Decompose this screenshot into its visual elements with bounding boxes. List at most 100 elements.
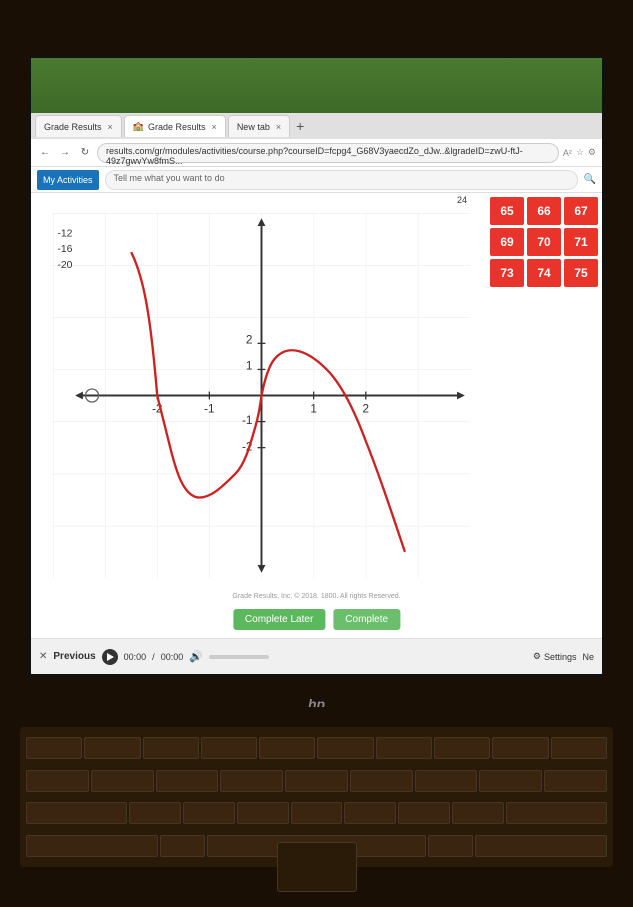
svg-text:-12: -12 bbox=[57, 228, 72, 239]
key-s[interactable] bbox=[91, 770, 154, 792]
laptop-screen: Grade Results × 🏫 Grade Results × New ta… bbox=[28, 55, 605, 677]
num-70[interactable]: 70 bbox=[527, 228, 561, 256]
key-p[interactable] bbox=[551, 737, 607, 759]
graph-area: -12 -16 -20 -2 -1 1 bbox=[51, 213, 472, 578]
screen-bg-nature bbox=[31, 58, 602, 113]
settings-label: Settings bbox=[544, 652, 577, 662]
key-shift[interactable] bbox=[26, 802, 127, 824]
search-icon: 🔍 bbox=[584, 174, 596, 185]
key-ctrl-r[interactable] bbox=[475, 835, 607, 857]
key-u[interactable] bbox=[376, 737, 432, 759]
key-alt-r[interactable] bbox=[428, 835, 473, 857]
refresh-button[interactable]: ↻ bbox=[77, 147, 93, 158]
complete-button[interactable]: Complete bbox=[333, 609, 400, 630]
action-buttons: Complete Later Complete bbox=[233, 609, 400, 630]
tab-close-2[interactable]: × bbox=[212, 122, 217, 132]
tab-close-3[interactable]: × bbox=[276, 122, 281, 132]
num-74[interactable]: 74 bbox=[527, 259, 561, 287]
num-75[interactable]: 75 bbox=[564, 259, 598, 287]
key-j[interactable] bbox=[415, 770, 478, 792]
key-q[interactable] bbox=[26, 737, 82, 759]
key-k[interactable] bbox=[479, 770, 542, 792]
key-a[interactable] bbox=[26, 770, 89, 792]
key-n[interactable] bbox=[398, 802, 450, 824]
page-number: 24 bbox=[457, 195, 467, 205]
media-bar: ✕ Previous 00:00 / 00:00 🔊 ⚙ Settings Ne bbox=[31, 638, 602, 674]
num-66[interactable]: 66 bbox=[527, 197, 561, 225]
key-x[interactable] bbox=[183, 802, 235, 824]
new-tab-button[interactable]: + bbox=[292, 118, 308, 134]
next-link[interactable]: Ne bbox=[582, 652, 594, 662]
tab-label-3: New tab bbox=[237, 122, 270, 132]
svg-text:2: 2 bbox=[363, 402, 370, 415]
complete-later-button[interactable]: Complete Later bbox=[233, 609, 325, 630]
svg-text:2: 2 bbox=[246, 333, 253, 346]
key-y[interactable] bbox=[317, 737, 373, 759]
address-bar: ← → ↻ results.com/gr/modules/activities/… bbox=[31, 139, 602, 167]
close-icon-media[interactable]: ✕ bbox=[39, 651, 47, 662]
key-i[interactable] bbox=[434, 737, 490, 759]
touchpad[interactable] bbox=[277, 842, 357, 892]
my-activities-button[interactable]: My Activities bbox=[37, 170, 99, 190]
play-button[interactable] bbox=[102, 649, 118, 665]
num-69[interactable]: 69 bbox=[490, 228, 524, 256]
time-separator: / bbox=[152, 652, 155, 662]
key-m[interactable] bbox=[452, 802, 504, 824]
bookmark-icon[interactable]: ☆ bbox=[576, 147, 584, 158]
key-r[interactable] bbox=[201, 737, 257, 759]
key-fn[interactable] bbox=[160, 835, 205, 857]
num-71[interactable]: 71 bbox=[564, 228, 598, 256]
key-o[interactable] bbox=[492, 737, 548, 759]
num-73[interactable]: 73 bbox=[490, 259, 524, 287]
time-current: 00:00 bbox=[124, 652, 147, 662]
key-v[interactable] bbox=[291, 802, 343, 824]
key-d[interactable] bbox=[156, 770, 219, 792]
volume-icon[interactable]: 🔊 bbox=[189, 650, 203, 663]
time-total: 00:00 bbox=[161, 652, 184, 662]
svg-text:1: 1 bbox=[310, 402, 317, 415]
smart-search-input[interactable]: Tell me what you want to do bbox=[105, 170, 578, 190]
key-h[interactable] bbox=[350, 770, 413, 792]
gear-icon: ⚙ bbox=[533, 651, 541, 662]
tab-label-2: Grade Results bbox=[148, 122, 206, 132]
settings-link[interactable]: ⚙ Settings bbox=[533, 651, 577, 662]
url-input[interactable]: results.com/gr/modules/activities/course… bbox=[97, 143, 559, 163]
tab-grade-results-2[interactable]: 🏫 Grade Results × bbox=[124, 115, 226, 137]
audio-progress-bar[interactable] bbox=[209, 655, 269, 659]
key-l[interactable] bbox=[544, 770, 607, 792]
number-grid: 65 66 67 69 70 71 73 74 75 bbox=[490, 197, 598, 287]
key-w[interactable] bbox=[84, 737, 140, 759]
tab-close-1[interactable]: × bbox=[108, 122, 113, 132]
tab-bar: Grade Results × 🏫 Grade Results × New ta… bbox=[31, 113, 602, 139]
tab-icon: 🏫 bbox=[133, 121, 144, 132]
reader-icon: A² bbox=[563, 148, 572, 158]
laptop-frame: Grade Results × 🏫 Grade Results × New ta… bbox=[0, 0, 633, 907]
previous-button[interactable]: Previous bbox=[53, 651, 95, 662]
extensions-icon[interactable]: ⚙ bbox=[588, 147, 596, 158]
svg-text:-1: -1 bbox=[242, 414, 252, 427]
main-content: 24 65 66 67 69 70 71 73 74 75 bbox=[31, 193, 602, 638]
forward-button[interactable]: → bbox=[57, 147, 73, 158]
copyright-text: Grade Results, Inc. © 2018. 1800. All ri… bbox=[232, 593, 400, 600]
key-ctrl[interactable] bbox=[26, 835, 158, 857]
function-graph: -12 -16 -20 -2 -1 1 bbox=[51, 213, 472, 578]
back-button[interactable]: ← bbox=[37, 147, 53, 158]
key-row-1 bbox=[26, 733, 607, 763]
key-row-3 bbox=[26, 799, 607, 829]
browser-chrome: Grade Results × 🏫 Grade Results × New ta… bbox=[31, 113, 602, 193]
key-g[interactable] bbox=[285, 770, 348, 792]
tab-grade-results-1[interactable]: Grade Results × bbox=[35, 115, 122, 137]
num-67[interactable]: 67 bbox=[564, 197, 598, 225]
key-shift-r[interactable] bbox=[506, 802, 607, 824]
svg-text:-20: -20 bbox=[57, 260, 72, 271]
key-z[interactable] bbox=[129, 802, 181, 824]
key-f[interactable] bbox=[220, 770, 283, 792]
key-e[interactable] bbox=[143, 737, 199, 759]
previous-label: Previous bbox=[53, 651, 95, 662]
key-c[interactable] bbox=[237, 802, 289, 824]
key-b[interactable] bbox=[344, 802, 396, 824]
tab-new[interactable]: New tab × bbox=[228, 115, 290, 137]
key-t[interactable] bbox=[259, 737, 315, 759]
num-65[interactable]: 65 bbox=[490, 197, 524, 225]
app-toolbar: My Activities Tell me what you want to d… bbox=[31, 167, 602, 193]
